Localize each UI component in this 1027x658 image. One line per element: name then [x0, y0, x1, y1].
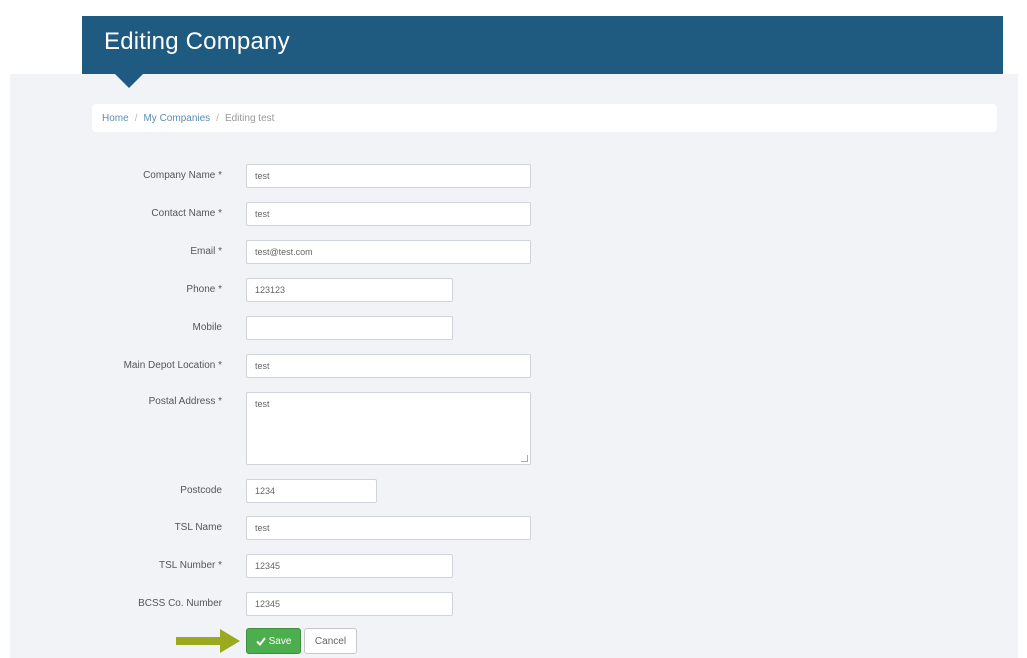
header-caret	[115, 74, 143, 88]
form-row-mobile: Mobile	[0, 316, 1027, 340]
form-row-tsl-number: TSL Number *	[0, 554, 1027, 578]
form-row-postcode: Postcode	[0, 479, 1027, 503]
page-header: Editing Company	[82, 16, 1003, 88]
form-row-bcss-number: BCSS Co. Number	[0, 592, 1027, 616]
tsl-name-label: TSL Name	[174, 522, 222, 533]
cancel-button-label: Cancel	[314, 635, 347, 647]
breadcrumb: Home / My Companies / Editing test	[92, 104, 997, 132]
breadcrumb-home-link[interactable]: Home	[102, 113, 129, 124]
page-title: Editing Company	[104, 28, 290, 55]
textarea-resize-handle[interactable]	[521, 455, 528, 462]
main-depot-location-input[interactable]	[246, 354, 531, 378]
form-row-company-name: Company Name *	[0, 164, 1027, 188]
tsl-number-label: TSL Number *	[159, 560, 222, 571]
main-depot-location-label: Main Depot Location *	[123, 360, 222, 371]
form-row-main-depot-location: Main Depot Location *	[0, 354, 1027, 378]
company-name-label: Company Name *	[143, 170, 222, 181]
mobile-label: Mobile	[192, 322, 222, 333]
postcode-input[interactable]	[246, 479, 377, 503]
tsl-name-input[interactable]	[246, 516, 531, 540]
company-name-input[interactable]	[246, 164, 531, 188]
arrow-right-icon	[176, 629, 240, 653]
breadcrumb-my-companies-link[interactable]: My Companies	[143, 113, 210, 124]
save-button-label: Save	[268, 635, 292, 647]
phone-input[interactable]	[246, 278, 453, 302]
contact-name-input[interactable]	[246, 202, 531, 226]
tsl-number-input[interactable]	[246, 554, 453, 578]
phone-label: Phone *	[186, 284, 222, 295]
postcode-label: Postcode	[180, 485, 222, 496]
checkmark-icon	[255, 636, 266, 646]
cancel-button[interactable]: Cancel	[304, 628, 357, 654]
form-row-email: Email *	[0, 240, 1027, 264]
mobile-input[interactable]	[246, 316, 453, 340]
form-row-tsl-name: TSL Name	[0, 516, 1027, 540]
postal-address-label: Postal Address *	[148, 396, 222, 407]
email-input[interactable]	[246, 240, 531, 264]
bcss-number-label: BCSS Co. Number	[138, 598, 222, 609]
form-row-postal-address: Postal Address * test	[0, 392, 1027, 465]
bcss-number-input[interactable]	[246, 592, 453, 616]
postal-address-textarea[interactable]: test	[246, 392, 531, 465]
save-button[interactable]: Save	[246, 628, 301, 654]
form-row-contact-name: Contact Name *	[0, 202, 1027, 226]
contact-name-label: Contact Name *	[151, 208, 222, 219]
email-label: Email *	[190, 246, 222, 257]
breadcrumb-current: Editing test	[224, 112, 275, 124]
form-row-phone: Phone *	[0, 278, 1027, 302]
breadcrumb-separator: /	[216, 112, 219, 124]
breadcrumb-separator: /	[134, 112, 138, 124]
